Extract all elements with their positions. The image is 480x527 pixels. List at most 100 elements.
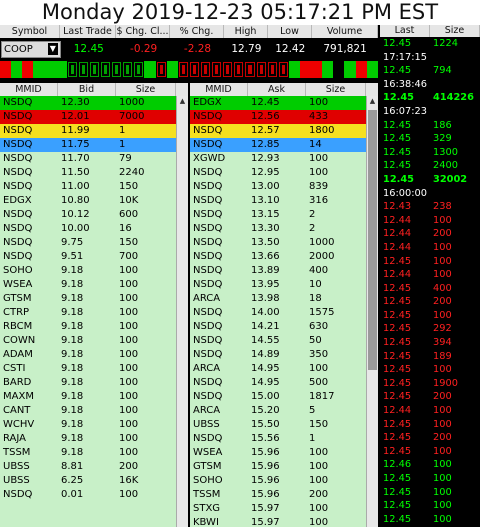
ask-panel: MMID Ask Size EDGX 12.45 100 NSDQ 12.56 433 NS… <box>190 83 378 527</box>
ask-row[interactable]: NSDQ 13.66 2000 <box>190 250 378 264</box>
tick-block <box>122 61 134 78</box>
ask-row[interactable]: NSDQ 13.30 2 <box>190 222 378 236</box>
ask-row[interactable]: ARCA 15.20 5 <box>190 404 378 418</box>
bid-row[interactable]: NSDQ 9.51 700 <box>0 250 188 264</box>
bid-row[interactable]: ADAM 9.18 100 <box>0 348 188 362</box>
ask-price-cell: 15.56 <box>251 433 280 444</box>
volume-value: 791,821 <box>323 43 367 55</box>
ask-row[interactable]: NSDQ 15.00 1817 <box>190 390 378 404</box>
bid-row[interactable]: NSDQ 9.75 150 <box>0 236 188 250</box>
ask-size-cell: 1817 <box>309 391 335 402</box>
bid-row[interactable]: GTSM 9.18 100 <box>0 292 188 306</box>
trade-price: 12.45 <box>383 391 412 403</box>
ask-row[interactable]: NSDQ 14.00 1575 <box>190 306 378 320</box>
bid-row[interactable]: NSDQ 12.30 1000 <box>0 96 188 110</box>
ask-row[interactable]: NSDQ 13.50 1000 <box>190 236 378 250</box>
bid-price-cell: 9.18 <box>61 265 84 276</box>
time-and-sales-panel: Last Size 12.45 1224 17:17:15 12.45 794 16:38… <box>380 25 480 527</box>
ask-row[interactable]: STXG 15.97 100 <box>190 502 378 516</box>
bid-row[interactable]: NSDQ 11.75 1 <box>0 138 188 152</box>
ask-row[interactable]: NSDQ 12.85 14 <box>190 138 378 152</box>
trade-size: 2400 <box>433 160 458 172</box>
scroll-up-icon[interactable]: ▲ <box>367 96 378 107</box>
ask-scrollbar[interactable]: ▲ <box>366 96 378 527</box>
ask-row[interactable]: NSDQ 14.21 630 <box>190 320 378 334</box>
bid-row[interactable]: CANT 9.18 100 <box>0 404 188 418</box>
bid-panel: MMID Bid Size NSDQ 12.30 1000 NSDQ 12.01 7000… <box>0 83 188 527</box>
bid-row[interactable]: NSDQ 10.12 600 <box>0 208 188 222</box>
bid-row[interactable]: WSEA 9.18 100 <box>0 278 188 292</box>
ask-row[interactable]: NSDQ 14.95 500 <box>190 376 378 390</box>
bid-row[interactable]: NSDQ 11.50 2240 <box>0 166 188 180</box>
ask-row[interactable]: NSDQ 13.00 839 <box>190 180 378 194</box>
bid-row[interactable]: EDGX 10.80 10K <box>0 194 188 208</box>
tick-block <box>344 61 356 78</box>
bid-mmid-cell: ADAM <box>3 349 33 360</box>
ask-row[interactable]: NSDQ 14.55 50 <box>190 334 378 348</box>
trade-row: 12.45 100 <box>380 363 480 377</box>
ask-row[interactable]: TSSM 15.96 200 <box>190 488 378 502</box>
trade-price: 12.45 <box>383 282 412 294</box>
bid-row[interactable]: TSSM 9.18 100 <box>0 446 188 460</box>
bid-size-cell: 100 <box>119 377 139 388</box>
bid-row[interactable]: MAXM 9.18 100 <box>0 390 188 404</box>
bid-row[interactable]: NSDQ 10.00 16 <box>0 222 188 236</box>
ask-price-cell: 13.50 <box>251 237 280 248</box>
bid-row[interactable]: CTRP 9.18 100 <box>0 306 188 320</box>
trade-price: 12.45 <box>383 119 412 131</box>
ask-row[interactable]: EDGX 12.45 100 <box>190 96 378 110</box>
bid-row[interactable]: NSDQ 12.01 7000 <box>0 110 188 124</box>
ask-row[interactable]: NSDQ 13.15 2 <box>190 208 378 222</box>
bid-size-cell: 100 <box>119 321 139 332</box>
symbol-input[interactable]: COOP ▼ <box>1 40 61 58</box>
ask-row[interactable]: WSEA 15.96 100 <box>190 446 378 460</box>
ask-row[interactable]: NSDQ 12.56 433 <box>190 110 378 124</box>
ask-row[interactable]: NSDQ 13.10 316 <box>190 194 378 208</box>
bid-row[interactable]: NSDQ 11.99 1 <box>0 124 188 138</box>
ask-mmid-cell: GTSM <box>193 461 222 472</box>
ask-row[interactable]: GTSM 15.96 100 <box>190 460 378 474</box>
trade-row: 12.45 400 <box>380 282 480 296</box>
bid-row[interactable]: RBCM 9.18 100 <box>0 320 188 334</box>
trade-price: 12.45 <box>383 323 412 335</box>
header-size: Size <box>430 25 480 37</box>
ask-row[interactable]: ARCA 13.98 18 <box>190 292 378 306</box>
bid-size-cell: 100 <box>119 391 139 402</box>
ask-price-cell: 15.00 <box>251 391 280 402</box>
trade-price: 12.45 <box>383 418 412 430</box>
bid-scrollbar[interactable]: ▲ <box>176 96 188 527</box>
trade-time: 17:17:15 <box>383 51 427 63</box>
ask-row[interactable]: NSDQ 12.95 100 <box>190 166 378 180</box>
ask-price-cell: 12.95 <box>251 167 280 178</box>
bid-row[interactable]: NSDQ 11.00 150 <box>0 180 188 194</box>
ask-row[interactable]: SOHO 15.96 100 <box>190 474 378 488</box>
ask-size-cell: 100 <box>309 475 329 486</box>
chevron-down-icon[interactable]: ▼ <box>47 43 58 55</box>
bid-row[interactable]: CSTI 9.18 100 <box>0 362 188 376</box>
bid-row[interactable]: UBSS 8.81 200 <box>0 460 188 474</box>
tick-block <box>244 61 256 78</box>
ask-row[interactable]: NSDQ 12.57 1800 <box>190 124 378 138</box>
ask-row[interactable]: NSDQ 15.56 1 <box>190 432 378 446</box>
ask-row[interactable]: XGWD 12.93 100 <box>190 152 378 166</box>
bid-row[interactable]: NSDQ 11.70 79 <box>0 152 188 166</box>
ask-row[interactable]: NSDQ 13.89 400 <box>190 264 378 278</box>
ask-row[interactable]: NSDQ 14.89 350 <box>190 348 378 362</box>
bid-price-cell: 11.70 <box>61 153 90 164</box>
bid-size-cell: 100 <box>119 307 139 318</box>
symbol-value: COOP <box>4 43 33 55</box>
ask-row[interactable]: ARCA 14.95 100 <box>190 362 378 376</box>
bid-row[interactable]: WCHV 9.18 100 <box>0 418 188 432</box>
scroll-thumb[interactable] <box>368 110 377 370</box>
ask-row[interactable]: KBWI 15.97 100 <box>190 516 378 527</box>
ask-row[interactable]: UBSS 15.50 150 <box>190 418 378 432</box>
bid-row[interactable]: NSDQ 0.01 100 <box>0 488 188 502</box>
scroll-up-icon[interactable]: ▲ <box>177 96 188 107</box>
ask-row[interactable]: NSDQ 13.95 10 <box>190 278 378 292</box>
bid-row[interactable]: COWN 9.18 100 <box>0 334 188 348</box>
bid-row[interactable]: BARD 9.18 100 <box>0 376 188 390</box>
bid-row[interactable]: UBSS 6.25 16K <box>0 474 188 488</box>
tick-block <box>311 61 323 78</box>
bid-row[interactable]: RAJA 9.18 100 <box>0 432 188 446</box>
bid-row[interactable]: SOHO 9.18 100 <box>0 264 188 278</box>
